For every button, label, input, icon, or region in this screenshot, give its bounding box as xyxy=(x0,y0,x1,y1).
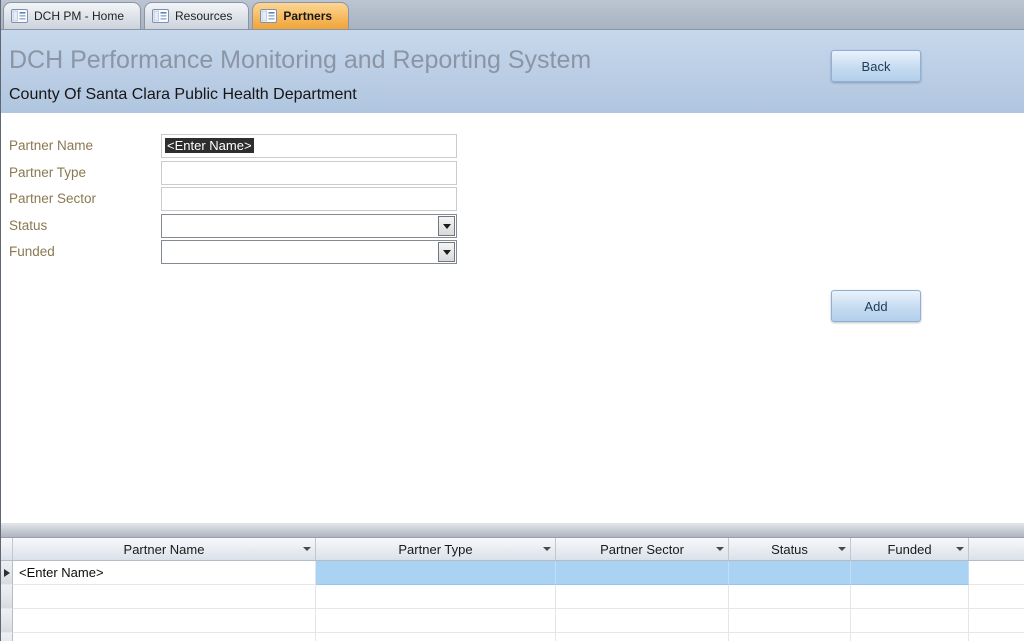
current-record-icon xyxy=(4,569,10,577)
partner-sector-input[interactable] xyxy=(161,187,457,211)
datasheet-divider xyxy=(1,523,1024,537)
column-header-partner-sector[interactable]: Partner Sector xyxy=(556,538,729,560)
status-label: Status xyxy=(9,214,47,238)
column-label: Partner Name xyxy=(124,542,205,557)
select-all-cell[interactable] xyxy=(1,538,13,560)
back-button[interactable]: Back xyxy=(831,50,921,82)
table-cell[interactable] xyxy=(729,585,851,609)
table-cell-partner-sector[interactable] xyxy=(556,561,729,585)
row-filler xyxy=(969,561,1024,585)
filter-dropdown-icon[interactable] xyxy=(956,547,964,551)
page-title: DCH Performance Monitoring and Reporting… xyxy=(9,46,591,75)
table-cell[interactable] xyxy=(316,633,556,641)
table-row[interactable]: <Enter Name> xyxy=(1,561,1024,585)
record-selector[interactable] xyxy=(1,561,13,585)
tab-label: Resources xyxy=(175,9,232,23)
table-cell[interactable] xyxy=(13,633,316,641)
table-cell-status[interactable] xyxy=(729,561,851,585)
add-button[interactable]: Add xyxy=(831,290,921,322)
table-row-empty[interactable] xyxy=(1,585,1024,609)
partner-name-input[interactable]: <Enter Name> xyxy=(161,134,457,158)
table-cell[interactable] xyxy=(13,609,316,633)
table-cell-partner-type[interactable] xyxy=(316,561,556,585)
funded-label: Funded xyxy=(9,240,55,264)
status-combobox[interactable] xyxy=(161,214,457,238)
partner-sector-label: Partner Sector xyxy=(9,187,96,211)
form-icon xyxy=(152,9,169,23)
tab-resources[interactable]: Resources xyxy=(144,2,249,29)
record-selector[interactable] xyxy=(1,585,13,609)
app-window: DCH PM - Home Resources Partners xyxy=(0,0,1024,641)
datasheet: Partner Name Partner Type Partner Sector… xyxy=(1,523,1024,641)
column-header-partner-name[interactable]: Partner Name xyxy=(13,538,316,560)
filter-dropdown-icon[interactable] xyxy=(838,547,846,551)
tab-partners[interactable]: Partners xyxy=(252,2,349,29)
cell-text: <Enter Name> xyxy=(19,565,104,580)
chevron-down-icon[interactable] xyxy=(438,242,455,262)
form-icon xyxy=(260,9,277,23)
table-cell-funded[interactable] xyxy=(851,561,969,585)
table-cell[interactable] xyxy=(851,585,969,609)
table-cell[interactable] xyxy=(316,609,556,633)
column-header-funded[interactable]: Funded xyxy=(851,538,969,560)
form-area: Partner Name Partner Type Partner Sector… xyxy=(1,113,1024,523)
table-row-empty[interactable] xyxy=(1,609,1024,633)
tab-label: Partners xyxy=(283,9,332,23)
column-label: Funded xyxy=(887,542,931,557)
page-subtitle: County Of Santa Clara Public Health Depa… xyxy=(9,86,357,104)
record-selector[interactable] xyxy=(1,609,13,633)
record-selector[interactable] xyxy=(1,633,13,641)
table-cell[interactable] xyxy=(556,609,729,633)
partner-type-label: Partner Type xyxy=(9,161,86,185)
row-filler xyxy=(969,633,1024,641)
table-cell-partner-name[interactable]: <Enter Name> xyxy=(13,561,316,585)
table-cell[interactable] xyxy=(851,609,969,633)
table-cell[interactable] xyxy=(13,585,316,609)
chevron-down-glyph xyxy=(443,250,451,255)
tab-dch-pm-home[interactable]: DCH PM - Home xyxy=(3,2,141,29)
funded-combobox[interactable] xyxy=(161,240,457,264)
filter-dropdown-icon[interactable] xyxy=(303,547,311,551)
table-cell[interactable] xyxy=(556,585,729,609)
partner-type-input[interactable] xyxy=(161,161,457,185)
header-filler xyxy=(969,538,1024,560)
table-cell[interactable] xyxy=(556,633,729,641)
column-label: Partner Sector xyxy=(600,542,684,557)
filter-dropdown-icon[interactable] xyxy=(543,547,551,551)
table-row-empty[interactable] xyxy=(1,633,1024,641)
partner-name-label: Partner Name xyxy=(9,134,93,158)
chevron-down-icon[interactable] xyxy=(438,216,455,236)
column-label: Status xyxy=(771,542,808,557)
header: DCH Performance Monitoring and Reporting… xyxy=(1,30,1024,113)
form-icon xyxy=(11,9,28,23)
table-cell[interactable] xyxy=(729,633,851,641)
selected-text: <Enter Name> xyxy=(165,138,254,153)
table-cell[interactable] xyxy=(316,585,556,609)
tab-label: DCH PM - Home xyxy=(34,9,124,23)
table-cell[interactable] xyxy=(851,633,969,641)
table-cell[interactable] xyxy=(729,609,851,633)
tab-bar: DCH PM - Home Resources Partners xyxy=(1,0,1024,30)
chevron-down-glyph xyxy=(443,224,451,229)
row-filler xyxy=(969,585,1024,609)
datasheet-header: Partner Name Partner Type Partner Sector… xyxy=(1,537,1024,561)
column-label: Partner Type xyxy=(398,542,472,557)
column-header-partner-type[interactable]: Partner Type xyxy=(316,538,556,560)
column-header-status[interactable]: Status xyxy=(729,538,851,560)
filter-dropdown-icon[interactable] xyxy=(716,547,724,551)
row-filler xyxy=(969,609,1024,633)
